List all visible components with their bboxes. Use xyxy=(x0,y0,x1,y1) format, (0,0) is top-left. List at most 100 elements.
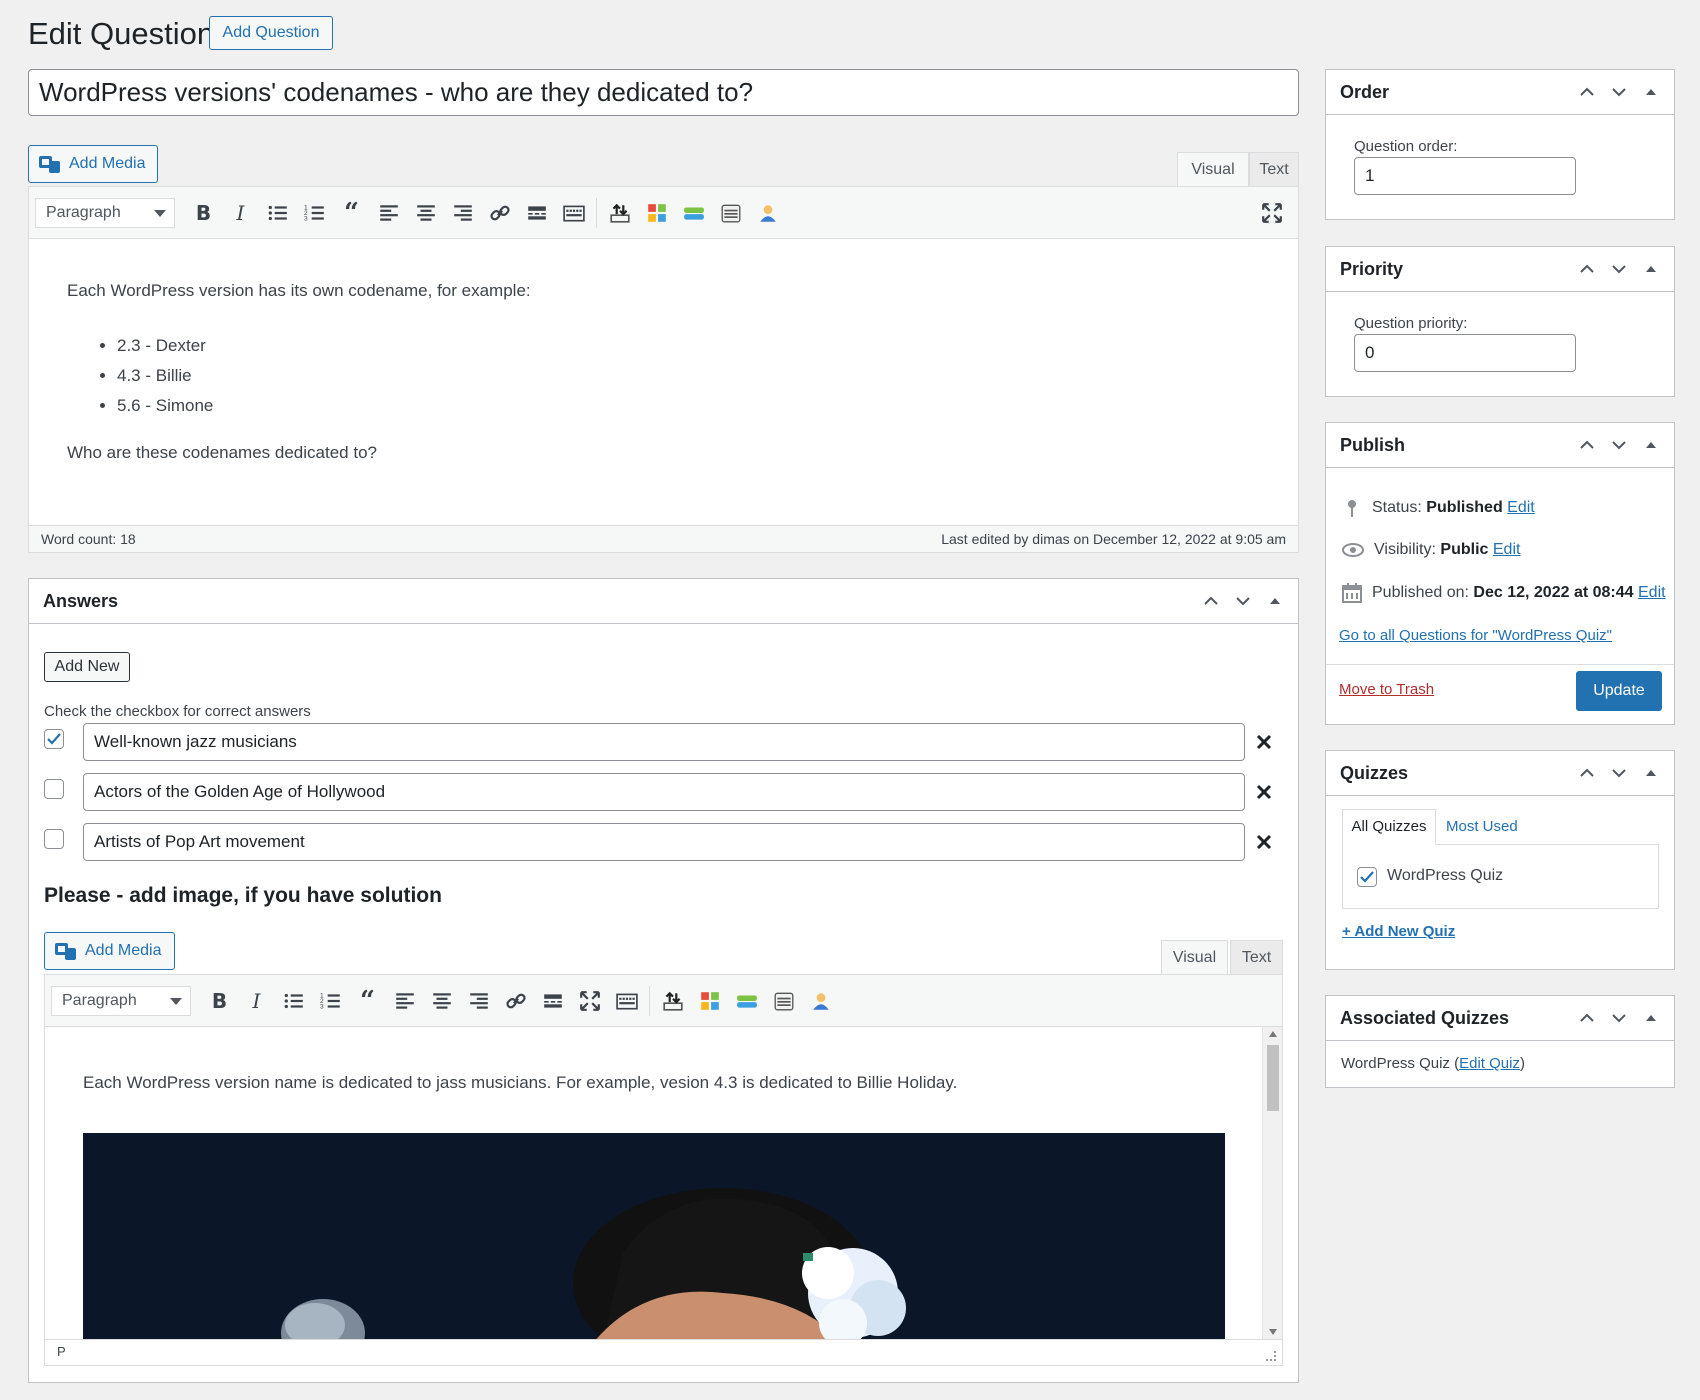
align-left-icon[interactable] xyxy=(370,196,407,230)
editor-scrollbar[interactable] xyxy=(1262,1027,1282,1339)
remove-answer-icon[interactable] xyxy=(1255,733,1273,751)
read-more-icon[interactable] xyxy=(518,196,555,230)
user-icon[interactable] xyxy=(749,196,786,230)
solution-tab-visual[interactable]: Visual xyxy=(1161,940,1228,974)
answer-input[interactable]: Well-known jazz musicians xyxy=(83,723,1245,761)
note-icon[interactable] xyxy=(765,984,802,1018)
upload-icon[interactable] xyxy=(601,196,638,230)
question-title-input[interactable]: WordPress versions' codenames - who are … xyxy=(28,69,1299,116)
question-order-input[interactable]: 1 xyxy=(1354,157,1576,195)
toggle-panel-icon[interactable] xyxy=(1642,83,1660,101)
format-select[interactable]: Paragraph xyxy=(35,197,175,228)
numbered-list-icon[interactable]: 123 xyxy=(312,984,349,1018)
bullet-list-icon[interactable] xyxy=(275,984,312,1018)
move-up-icon[interactable] xyxy=(1578,83,1596,101)
toggle-panel-icon[interactable] xyxy=(1642,436,1660,454)
tab-most-used[interactable]: Most Used xyxy=(1446,809,1518,845)
status-label: Status: xyxy=(1372,499,1422,516)
fullscreen-icon[interactable] xyxy=(1253,196,1290,230)
move-down-icon[interactable] xyxy=(1610,1009,1628,1027)
move-up-icon[interactable] xyxy=(1578,764,1596,782)
align-right-icon[interactable] xyxy=(444,196,481,230)
status-value: Published xyxy=(1426,499,1503,516)
edit-visibility-link[interactable]: Edit xyxy=(1493,541,1521,558)
order-postbox: Order Question order: 1 xyxy=(1325,69,1675,220)
read-more-icon[interactable] xyxy=(534,984,571,1018)
upload-icon[interactable] xyxy=(654,984,691,1018)
move-down-icon[interactable] xyxy=(1610,436,1628,454)
move-up-icon[interactable] xyxy=(1202,592,1220,610)
add-new-answer-button[interactable]: Add New xyxy=(44,652,130,682)
solution-content[interactable]: Each WordPress version name is dedicated… xyxy=(45,1027,1282,1339)
media-icon xyxy=(55,941,77,961)
move-up-icon[interactable] xyxy=(1578,436,1596,454)
align-center-icon[interactable] xyxy=(407,196,444,230)
toggle-panel-icon[interactable] xyxy=(1266,592,1284,610)
resize-handle-icon[interactable] xyxy=(1266,1351,1276,1361)
bullet-list-icon[interactable] xyxy=(259,196,296,230)
answer-correct-checkbox[interactable] xyxy=(44,729,64,749)
move-down-icon[interactable] xyxy=(1610,764,1628,782)
editor-content[interactable]: Each WordPress version has its own coden… xyxy=(29,239,1298,525)
answer-correct-checkbox[interactable] xyxy=(44,829,64,849)
bars-icon[interactable] xyxy=(675,196,712,230)
blockquote-icon[interactable]: “ xyxy=(333,196,370,230)
all-questions-link[interactable]: Go to all Questions for "WordPress Quiz" xyxy=(1339,627,1612,644)
edit-date-link[interactable]: Edit xyxy=(1638,584,1666,601)
svg-text:3: 3 xyxy=(304,215,308,222)
remove-answer-icon[interactable] xyxy=(1255,833,1273,851)
solution-format-select[interactable]: Paragraph xyxy=(51,985,191,1016)
move-down-icon[interactable] xyxy=(1610,260,1628,278)
edit-status-link[interactable]: Edit xyxy=(1507,499,1535,516)
solution-image[interactable] xyxy=(83,1133,1225,1339)
visibility-label: Visibility: xyxy=(1374,541,1436,558)
toggle-panel-icon[interactable] xyxy=(1642,260,1660,278)
order-header: Order xyxy=(1326,70,1674,115)
italic-icon[interactable]: I xyxy=(222,196,259,230)
question-priority-input[interactable]: 0 xyxy=(1354,334,1576,372)
move-to-trash-link[interactable]: Move to Trash xyxy=(1339,681,1434,698)
move-down-icon[interactable] xyxy=(1234,592,1252,610)
tab-text[interactable]: Text xyxy=(1249,152,1299,186)
edit-quiz-link[interactable]: Edit Quiz xyxy=(1459,1055,1520,1072)
blocks-icon[interactable] xyxy=(638,196,675,230)
bold-icon[interactable]: B xyxy=(201,984,238,1018)
quiz-checkbox[interactable] xyxy=(1357,867,1377,887)
toolbar-toggle-icon[interactable] xyxy=(555,196,592,230)
align-center-icon[interactable] xyxy=(423,984,460,1018)
bold-icon[interactable]: B xyxy=(185,196,222,230)
answer-input[interactable]: Artists of Pop Art movement xyxy=(83,823,1245,861)
update-button[interactable]: Update xyxy=(1576,671,1662,711)
align-right-icon[interactable] xyxy=(460,984,497,1018)
numbered-list-icon[interactable]: 123 xyxy=(296,196,333,230)
question-order-label: Question order: xyxy=(1354,138,1458,155)
move-down-icon[interactable] xyxy=(1610,83,1628,101)
tab-all-quizzes[interactable]: All Quizzes xyxy=(1342,809,1436,845)
toolbar-toggle-icon[interactable] xyxy=(608,984,645,1018)
solution-add-media-button[interactable]: Add Media xyxy=(44,932,175,970)
toggle-panel-icon[interactable] xyxy=(1642,764,1660,782)
add-new-quiz-link[interactable]: + Add New Quiz xyxy=(1342,923,1455,940)
fullscreen-icon[interactable] xyxy=(571,984,608,1018)
answer-input[interactable]: Actors of the Golden Age of Hollywood xyxy=(83,773,1245,811)
move-up-icon[interactable] xyxy=(1578,260,1596,278)
link-icon[interactable] xyxy=(481,196,518,230)
user-icon[interactable] xyxy=(802,984,839,1018)
blockquote-icon[interactable]: “ xyxy=(349,984,386,1018)
blocks-icon[interactable] xyxy=(691,984,728,1018)
note-icon[interactable] xyxy=(712,196,749,230)
add-media-label: Add Media xyxy=(85,942,162,959)
add-question-button[interactable]: Add Question xyxy=(209,16,333,50)
tab-visual[interactable]: Visual xyxy=(1177,152,1249,186)
italic-icon[interactable]: I xyxy=(238,984,275,1018)
move-up-icon[interactable] xyxy=(1578,1009,1596,1027)
remove-answer-icon[interactable] xyxy=(1255,783,1273,801)
toggle-panel-icon[interactable] xyxy=(1642,1009,1660,1027)
link-icon[interactable] xyxy=(497,984,534,1018)
add-media-button[interactable]: Add Media xyxy=(28,145,158,183)
solution-path-bar: P xyxy=(45,1339,1282,1365)
answer-correct-checkbox[interactable] xyxy=(44,779,64,799)
align-left-icon[interactable] xyxy=(386,984,423,1018)
solution-tab-text[interactable]: Text xyxy=(1230,940,1283,974)
bars-icon[interactable] xyxy=(728,984,765,1018)
